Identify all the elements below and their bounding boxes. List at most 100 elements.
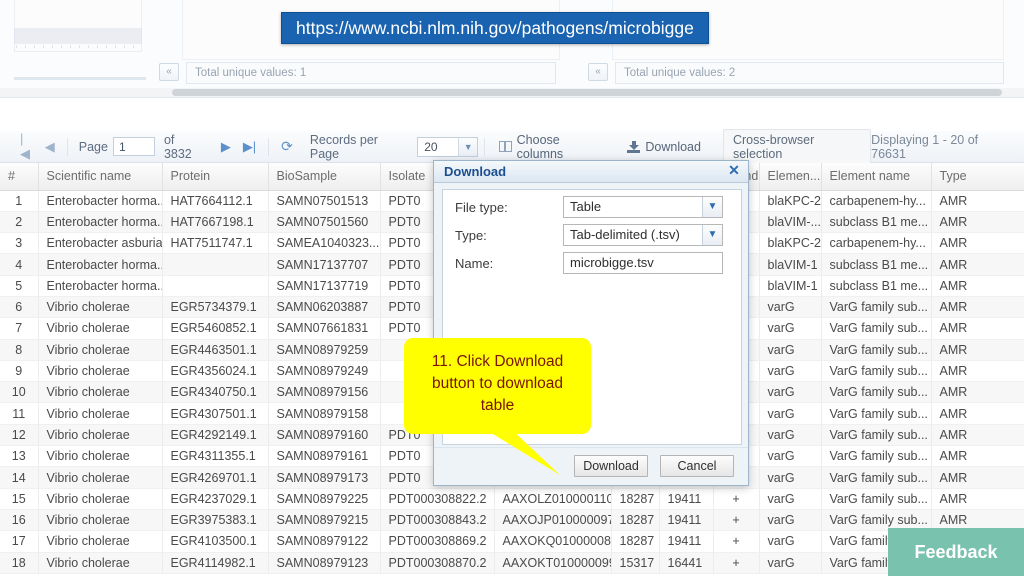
cell-start: 18287 bbox=[611, 509, 660, 532]
cell-elemen: varG bbox=[759, 530, 822, 553]
cell-type: AMR bbox=[931, 232, 1024, 255]
page-number-input[interactable] bbox=[112, 137, 155, 156]
cell-element-name: VarG family sub... bbox=[821, 466, 932, 489]
cell-protein: EGR4292149.1 bbox=[162, 424, 269, 447]
download-toolbar-button[interactable]: Download bbox=[619, 138, 709, 156]
cell-elemen: varG bbox=[759, 402, 822, 425]
dialog-field-value: Tab-delimited (.tsv) bbox=[570, 227, 680, 242]
download-toolbar-label: Download bbox=[645, 139, 701, 154]
cell-scientific-name: Vibrio cholerae bbox=[38, 466, 163, 489]
cell-stop: 19411 bbox=[659, 488, 714, 510]
cell-start: 15317 bbox=[611, 552, 660, 574]
cell-biosample: SAMN08979249 bbox=[268, 360, 381, 383]
column-header-scientific-name[interactable]: Scientific name bbox=[38, 163, 163, 191]
right-unique-values-label: Total unique values: 2 bbox=[615, 62, 1004, 84]
cell-elemen: blaKPC-2 bbox=[759, 232, 822, 255]
records-per-page-select[interactable]: 20 ▼ bbox=[417, 136, 479, 157]
toolbar-divider bbox=[484, 137, 486, 156]
section-divider bbox=[0, 97, 1024, 98]
cell-element-name: subclass B1 me... bbox=[821, 211, 932, 234]
cell-scientific-name: Vibrio cholerae bbox=[38, 296, 163, 319]
cell-elemen: varG bbox=[759, 360, 822, 383]
cell-contig: AAXOLZ010000110.1 bbox=[494, 488, 612, 510]
toolbar-divider bbox=[268, 137, 270, 156]
cell-protein bbox=[162, 275, 269, 297]
cell-element-name: VarG family sub... bbox=[821, 445, 932, 468]
dialog-field-label: Type: bbox=[455, 227, 487, 243]
dialog-title-bar: Download ✕ bbox=[434, 161, 748, 183]
cell-biosample: SAMN08979215 bbox=[268, 509, 381, 532]
cell-protein: HAT7664112.1 bbox=[162, 190, 269, 212]
cell-isolate: PDT000308870.2 bbox=[380, 552, 495, 574]
column-header-protein[interactable]: Protein bbox=[162, 163, 269, 191]
cell-scientific-name: Vibrio cholerae bbox=[38, 317, 163, 340]
cell-: 16 bbox=[0, 509, 39, 532]
cell-type: AMR bbox=[931, 360, 1024, 383]
cell-element-name: VarG family sub... bbox=[821, 296, 932, 319]
cell-element-name: VarG family sub... bbox=[821, 317, 932, 340]
column-header-elemen[interactable]: Elemen... bbox=[759, 163, 822, 191]
refresh-icon[interactable]: ⟳ bbox=[275, 138, 299, 155]
column-header-[interactable]: # bbox=[0, 163, 39, 191]
last-page-icon[interactable]: ▶| bbox=[237, 139, 262, 155]
horizontal-scrollbar-top[interactable] bbox=[0, 88, 1024, 97]
column-header-type[interactable]: Type bbox=[931, 163, 1024, 191]
chevron-down-icon[interactable]: ▼ bbox=[458, 137, 478, 156]
dialog-type-select[interactable]: Tab-delimited (.tsv) ▼ bbox=[563, 224, 723, 246]
previous-page-icon[interactable]: ◀ bbox=[39, 139, 61, 155]
table-row[interactable]: 15 Vibrio cholerae EGR4237029.1 SAMN0897922… bbox=[0, 488, 1024, 510]
feedback-button[interactable]: Feedback bbox=[888, 528, 1024, 576]
dialog-file-type-select[interactable]: Table ▼ bbox=[563, 196, 723, 218]
table-row[interactable]: 17 Vibrio cholerae EGR4103500.1 SAMN0897912… bbox=[0, 530, 1024, 553]
cell-protein: EGR4307501.1 bbox=[162, 402, 269, 425]
cell-elemen: varG bbox=[759, 296, 822, 319]
instruction-callout: 11. Click Download button to download ta… bbox=[404, 338, 591, 434]
cell-type: AMR bbox=[931, 488, 1024, 510]
close-icon[interactable]: ✕ bbox=[727, 163, 741, 178]
cell-: 2 bbox=[0, 211, 39, 234]
dialog-name-input[interactable]: microbigge.tsv bbox=[563, 252, 723, 274]
app-screenshot: « Total unique values: 1 « Total unique … bbox=[0, 0, 1024, 576]
cell-elemen: varG bbox=[759, 317, 822, 340]
columns-icon bbox=[499, 140, 512, 152]
table-row[interactable]: 16 Vibrio cholerae EGR3975383.1 SAMN0897921… bbox=[0, 509, 1024, 532]
chevron-down-icon[interactable]: ▼ bbox=[702, 197, 722, 217]
collapse-right-panel-button[interactable]: « bbox=[588, 63, 608, 81]
next-page-icon[interactable]: ▶ bbox=[215, 139, 237, 155]
chevron-down-icon[interactable]: ▼ bbox=[702, 225, 722, 245]
cell-elemen: varG bbox=[759, 466, 822, 489]
dialog-field-label: File type: bbox=[455, 199, 508, 215]
cell-isolate: PDT000308843.2 bbox=[380, 509, 495, 532]
cell-elemen: varG bbox=[759, 488, 822, 510]
cell-: 5 bbox=[0, 275, 39, 297]
cell-biosample: SAMN17137707 bbox=[268, 253, 381, 276]
column-header-biosample[interactable]: BioSample bbox=[268, 163, 381, 191]
table-row[interactable]: 18 Vibrio cholerae EGR4114982.1 SAMN0897912… bbox=[0, 552, 1024, 574]
cell-: 6 bbox=[0, 296, 39, 319]
cell-contig: AAXOKT010000099.1 bbox=[494, 552, 612, 574]
cell-element-name: VarG family sub... bbox=[821, 360, 932, 383]
cell-: 15 bbox=[0, 488, 39, 510]
cell-protein: EGR4463501.1 bbox=[162, 339, 269, 361]
cell-elemen: varG bbox=[759, 552, 822, 574]
cell-protein: EGR5734379.1 bbox=[162, 296, 269, 319]
column-header-element-name[interactable]: Element name bbox=[821, 163, 932, 191]
dialog-cancel-button[interactable]: Cancel bbox=[660, 455, 734, 477]
first-page-icon[interactable]: |◀ bbox=[14, 131, 39, 162]
cell-type: AMR bbox=[931, 211, 1024, 234]
cell-biosample: SAMN08979123 bbox=[268, 552, 381, 574]
cell-protein: EGR4237029.1 bbox=[162, 488, 269, 510]
cell-: 18 bbox=[0, 552, 39, 574]
total-pages-label: of 3832 bbox=[163, 132, 192, 161]
cell-contig: AAXOKQ010000089.1 bbox=[494, 530, 612, 553]
cell-protein: EGR3975383.1 bbox=[162, 509, 269, 532]
cell-isolate: PDT000308822.2 bbox=[380, 488, 495, 510]
page-label: Page bbox=[78, 139, 108, 154]
cell-: 13 bbox=[0, 445, 39, 468]
cell-type: AMR bbox=[931, 296, 1024, 319]
cell-elemen: varG bbox=[759, 339, 822, 361]
choose-columns-button[interactable]: Choose columns bbox=[491, 131, 613, 163]
cell-biosample: SAMN08979161 bbox=[268, 445, 381, 468]
cell-elemen: varG bbox=[759, 424, 822, 447]
collapse-left-panel-button[interactable]: « bbox=[159, 63, 179, 81]
